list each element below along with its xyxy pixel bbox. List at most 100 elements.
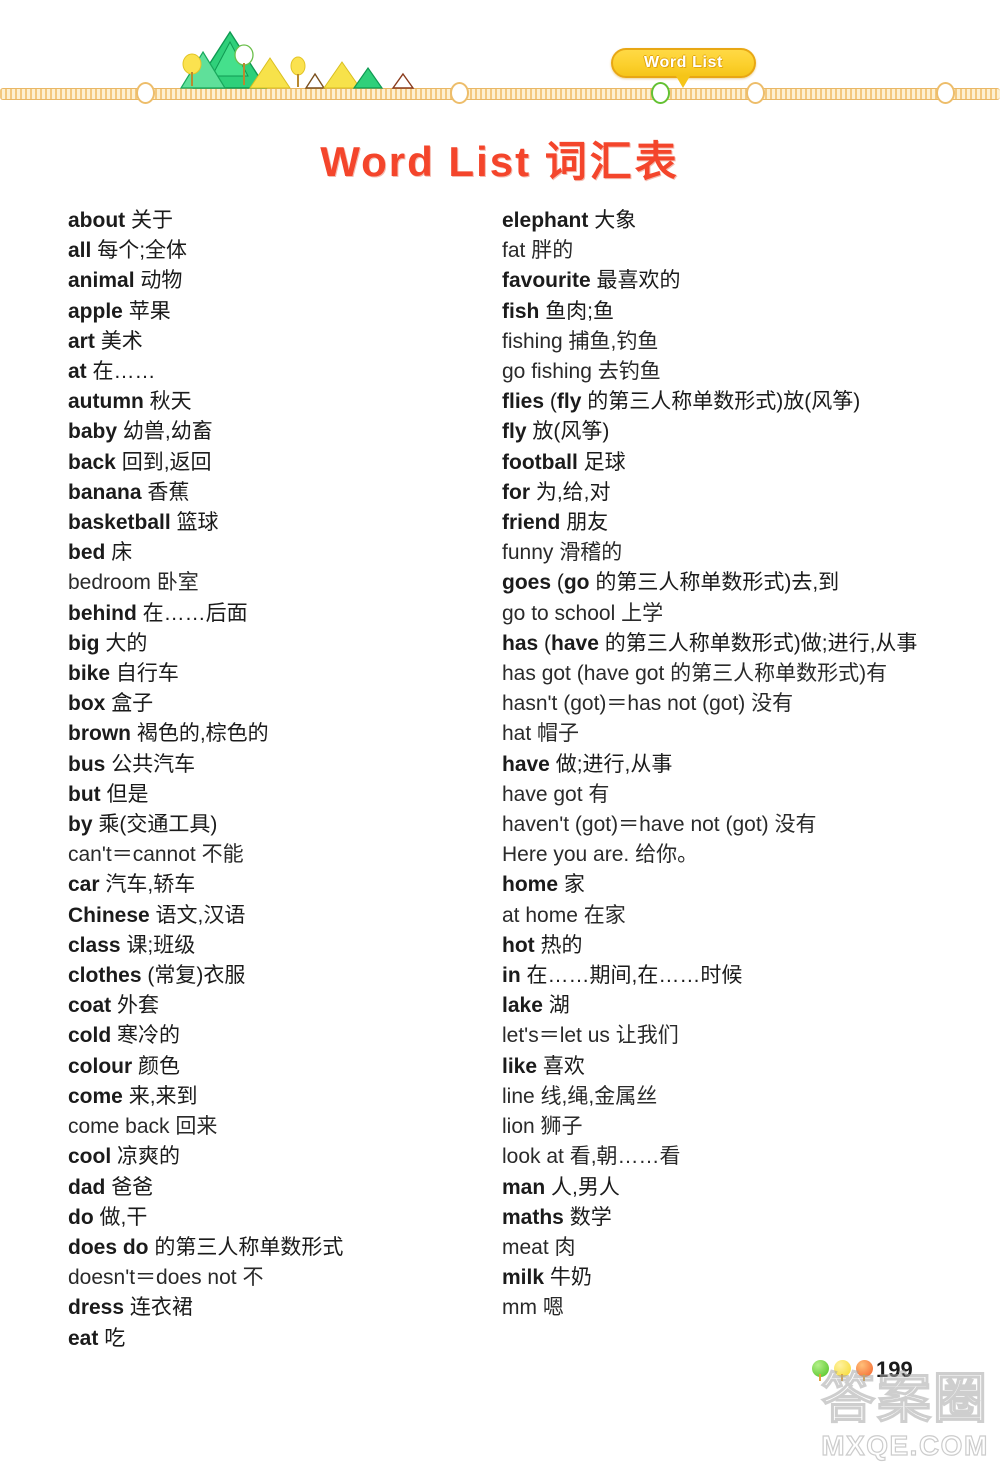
page-title-en: Word List xyxy=(320,138,532,185)
word-entry: bedroom 卧室 xyxy=(68,568,468,598)
inline-bold-term: have xyxy=(551,631,599,655)
word-entry: bike 自行车 xyxy=(68,659,468,689)
word-entry: about 关于 xyxy=(68,206,468,236)
word-definition: 语文,汉语 xyxy=(155,903,246,927)
word-definition: 做;进行,从事 xyxy=(555,752,673,776)
word-term: funny xyxy=(502,541,554,565)
word-definition: (have got 的第三人称单数形式)有 xyxy=(576,662,888,686)
word-entry: cold 寒冷的 xyxy=(68,1021,468,1051)
word-term: come xyxy=(68,1084,123,1108)
rope-node-active xyxy=(651,82,670,104)
word-definition: 在家 xyxy=(583,903,626,927)
word-term: by xyxy=(68,813,93,837)
word-entry: all 每个;全体 xyxy=(68,236,468,266)
word-definition: 连衣裙 xyxy=(129,1296,193,1320)
word-entry: line 线,绳,金属丝 xyxy=(502,1082,942,1112)
word-term: cool xyxy=(68,1145,112,1169)
word-entry: lion 狮子 xyxy=(502,1112,942,1142)
word-entry: hot 热的 xyxy=(502,931,942,961)
word-term: doesn't＝does not xyxy=(68,1266,237,1290)
page-title: Word List 词汇表 xyxy=(0,128,1000,189)
word-entry: has got (have got 的第三人称单数形式)有 xyxy=(502,659,942,689)
word-entry: fish 鱼肉;鱼 xyxy=(502,297,942,327)
word-term: elephant xyxy=(502,209,589,232)
word-list-column-left: about 关于 all 每个;全体 animal 动物 apple 苹果 art 美术… xyxy=(68,206,468,1354)
word-entry: at 在…… xyxy=(68,357,468,387)
word-definition: 寒冷的 xyxy=(117,1024,181,1048)
word-term: all xyxy=(68,239,92,263)
balloon-yellow-icon xyxy=(834,1360,851,1381)
word-term: let's＝let us xyxy=(502,1024,610,1048)
word-term: go to school xyxy=(502,601,616,625)
word-entry: behind 在……后面 xyxy=(68,599,468,629)
page-title-cn: 词汇表 xyxy=(544,138,680,185)
word-term: favourite xyxy=(502,269,591,293)
word-term: friend xyxy=(502,511,561,535)
word-definition: 去钓鱼 xyxy=(597,360,661,384)
word-term: for xyxy=(502,480,530,504)
word-entry: box 盒子 xyxy=(68,689,468,719)
word-definition: 外套 xyxy=(117,994,160,1018)
word-entry: apple 苹果 xyxy=(68,297,468,327)
rope-node-1 xyxy=(136,82,155,104)
word-term: hasn't (got)＝has not (got) xyxy=(502,692,746,716)
word-definition: 有 xyxy=(588,782,610,806)
word-definition: 热的 xyxy=(540,933,583,957)
word-definition: 苹果 xyxy=(128,299,171,323)
word-term: hot xyxy=(502,933,535,957)
word-term: can't＝cannot xyxy=(68,843,196,867)
word-term: class xyxy=(68,933,121,957)
word-term: look at xyxy=(502,1145,564,1169)
word-definition: 爸爸 xyxy=(111,1175,154,1199)
word-term: about xyxy=(68,209,126,232)
word-entry: big 大的 xyxy=(68,629,468,659)
word-entry: bed 床 xyxy=(68,538,468,568)
word-term: clothes xyxy=(68,964,142,988)
word-term: come back xyxy=(68,1115,170,1139)
word-definition: 盒子 xyxy=(111,692,154,716)
word-entry: favourite 最喜欢的 xyxy=(502,266,942,296)
word-definition: (常复)衣服 xyxy=(147,964,246,988)
word-definition: 滑稽的 xyxy=(559,541,623,565)
word-entry: doesn't＝does not 不 xyxy=(68,1263,468,1293)
word-term: cold xyxy=(68,1024,112,1048)
word-term: box xyxy=(68,692,106,716)
word-term: banana xyxy=(68,480,142,504)
word-term: home xyxy=(502,873,559,897)
word-term: have got xyxy=(502,782,583,806)
word-entry: autumn 秋天 xyxy=(68,387,468,417)
word-definition: 给你。 xyxy=(635,843,699,867)
word-entry: does do 的第三人称单数形式 xyxy=(68,1233,468,1263)
word-definition: 但是 xyxy=(106,782,149,806)
word-entry: in 在……期间,在……时候 xyxy=(502,961,942,991)
word-definition: 吃 xyxy=(104,1326,126,1350)
word-definition: 没有 xyxy=(751,692,794,716)
word-definition: 喜欢 xyxy=(542,1054,585,1078)
word-definition: 朋友 xyxy=(566,511,609,535)
word-entry: hasn't (got)＝has not (got) 没有 xyxy=(502,689,942,719)
word-definition: 动物 xyxy=(140,269,183,293)
word-entry: go fishing 去钓鱼 xyxy=(502,357,942,387)
word-definition: 人,男人 xyxy=(551,1175,620,1199)
word-entry: fishing 捕鱼,钓鱼 xyxy=(502,327,942,357)
rope-node-4 xyxy=(746,82,765,104)
word-definition: 凉爽的 xyxy=(117,1145,181,1169)
word-term: maths xyxy=(502,1205,564,1229)
word-entry: home 家 xyxy=(502,870,942,900)
word-term: back xyxy=(68,450,116,474)
mountains-and-trees-icon xyxy=(170,28,420,90)
word-term: like xyxy=(502,1054,538,1078)
page-number: 199 xyxy=(876,1357,913,1382)
word-definition: 肉 xyxy=(554,1235,576,1259)
word-entry: haven't (got)＝have not (got) 没有 xyxy=(502,810,942,840)
word-term: has xyxy=(502,631,539,655)
word-term: autumn xyxy=(68,390,144,414)
word-term: in xyxy=(502,964,521,988)
word-definition: (go 的第三人称单数形式)去,到 xyxy=(556,571,840,595)
word-entry: let's＝let us 让我们 xyxy=(502,1021,942,1051)
word-term: bedroom xyxy=(68,571,151,595)
word-definition: 看,朝……看 xyxy=(569,1145,681,1169)
word-definition: 汽车,轿车 xyxy=(105,873,196,897)
word-entry: have got 有 xyxy=(502,780,942,810)
word-entry: cool 凉爽的 xyxy=(68,1142,468,1172)
